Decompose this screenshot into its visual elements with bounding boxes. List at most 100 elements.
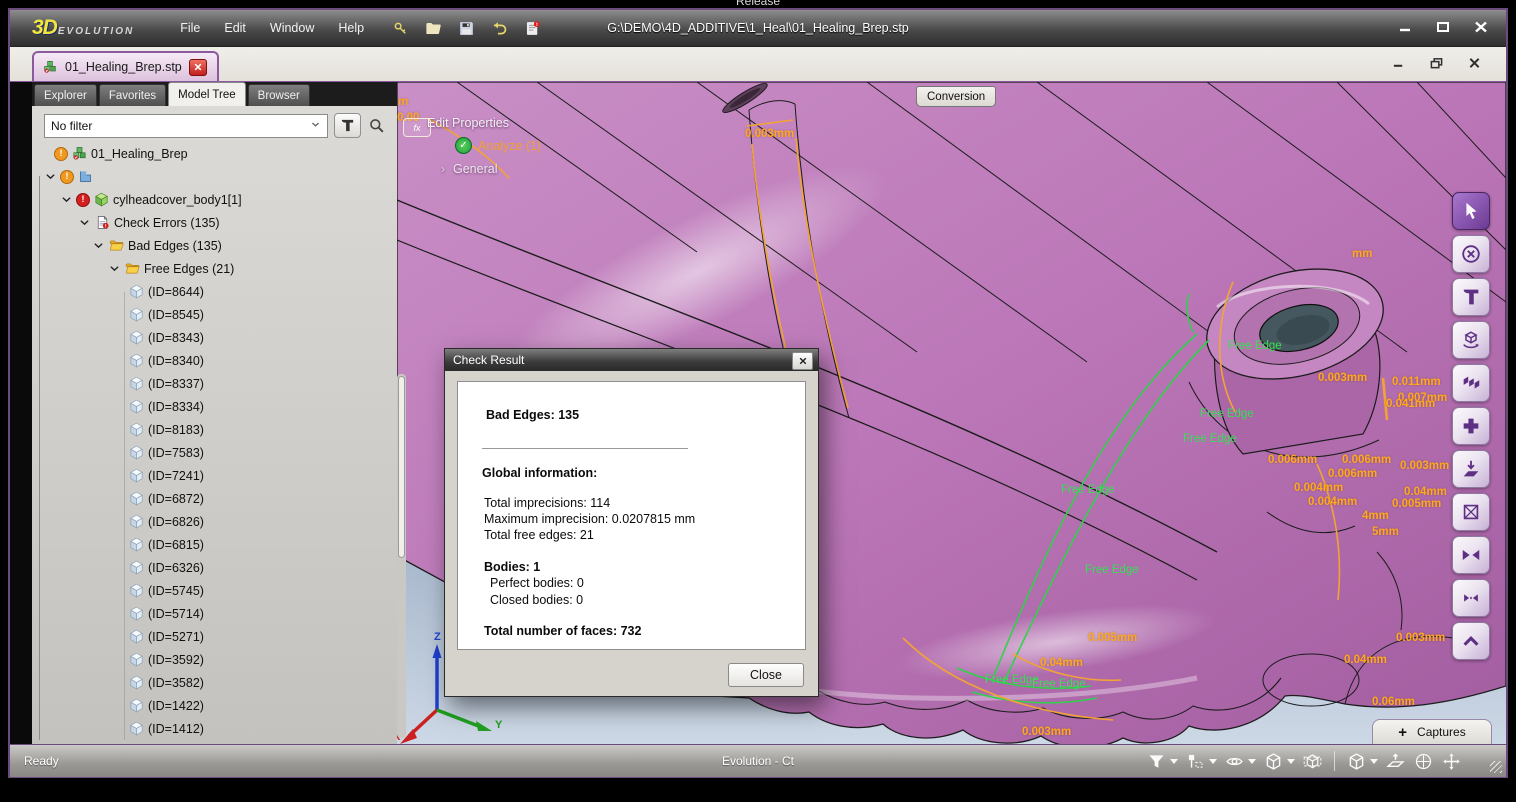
collapse-chevron-button[interactable]	[1452, 622, 1490, 660]
menu-help[interactable]: Help	[328, 17, 374, 39]
dropdown-arrow-icon[interactable]	[1248, 759, 1256, 764]
captures-tab[interactable]: + Captures	[1372, 719, 1492, 744]
analyze-item[interactable]: ✓ Analyze (1)	[455, 137, 541, 154]
deselect-circle-x-button[interactable]	[1452, 235, 1490, 273]
merge-edges-button[interactable]	[1452, 536, 1490, 574]
menu-edit[interactable]: Edit	[214, 17, 256, 39]
resize-grip[interactable]	[1490, 761, 1502, 773]
tree-item-id-5745[interactable]: (ID=5745)	[32, 579, 397, 602]
rotate-cube-button[interactable]	[1452, 321, 1490, 359]
cube-icon[interactable]	[1263, 751, 1295, 772]
wcube-icon	[128, 536, 145, 553]
menu-window[interactable]: Window	[260, 17, 324, 39]
dialog-close-icon[interactable]	[792, 352, 813, 370]
undo-icon[interactable]	[487, 17, 511, 39]
tree-item[interactable]: !	[32, 165, 397, 188]
fx-badge[interactable]: fx	[403, 118, 431, 137]
dropdown-arrow-icon[interactable]	[1287, 759, 1295, 764]
tree-item-id-7583[interactable]: (ID=7583)	[32, 441, 397, 464]
doc-restore-icon[interactable]	[1426, 55, 1446, 71]
maximize-icon[interactable]	[1432, 18, 1454, 36]
chevron-down-icon[interactable]	[44, 170, 57, 183]
document-close-icon[interactable]	[189, 59, 207, 76]
tree-item-id-3582[interactable]: (ID=3582)	[32, 671, 397, 694]
bodies-heading: Bodies: 1	[484, 560, 805, 574]
menu-file[interactable]: File	[170, 17, 210, 39]
chevron-down-icon[interactable]	[108, 262, 121, 275]
save-icon[interactable]	[454, 17, 478, 39]
dropdown-arrow-icon[interactable]	[1370, 759, 1378, 764]
tree-item-id-1412[interactable]: (ID=1412)	[32, 717, 397, 740]
tree-item-id-8644[interactable]: (ID=8644)	[32, 280, 397, 303]
filter-button[interactable]	[334, 113, 361, 138]
close-button[interactable]: Close	[728, 663, 804, 687]
select-cursor-button[interactable]	[1452, 192, 1490, 230]
measurement-label: 0.003mm	[1022, 726, 1071, 738]
pan-icon[interactable]	[1441, 751, 1462, 772]
minimize-icon[interactable]	[1394, 18, 1416, 36]
chevron-down-icon[interactable]	[92, 239, 105, 252]
bounding-box-button[interactable]	[1452, 493, 1490, 531]
tree-item-id-7241[interactable]: (ID=7241)	[32, 464, 397, 487]
tree-item-id-3592[interactable]: (ID=3592)	[32, 648, 397, 671]
measurement-label: 0.04mm	[1344, 654, 1387, 666]
tree-item-id-6326[interactable]: (ID=6326)	[32, 556, 397, 579]
tree-item-id-6826[interactable]: (ID=6826)	[32, 510, 397, 533]
tree-item-label: (ID=6326)	[148, 561, 204, 575]
tree-item-id-8340[interactable]: (ID=8340)	[32, 349, 397, 372]
tab-model-tree[interactable]: Model Tree	[168, 82, 246, 106]
tree-item-check-errors-135[interactable]: Check Errors (135)	[32, 211, 397, 234]
doc-close-icon[interactable]	[1464, 55, 1484, 71]
tree-item-id-8334[interactable]: (ID=8334)	[32, 395, 397, 418]
explode-parts-button[interactable]	[1452, 364, 1490, 402]
tab-explorer[interactable]: Explorer	[34, 84, 97, 106]
filter-combobox[interactable]: No filter	[44, 114, 328, 138]
compare-arrows-button[interactable]	[1452, 579, 1490, 617]
dropdown-arrow-icon[interactable]	[1209, 759, 1217, 764]
viewport-scrollbar[interactable]	[397, 374, 406, 738]
tree-item-id-5271[interactable]: (ID=5271)	[32, 625, 397, 648]
pin-icon[interactable]	[1185, 751, 1217, 772]
dropdown-arrow-icon[interactable]	[1170, 759, 1178, 764]
scrollbar-thumb[interactable]	[398, 376, 405, 558]
tab-favorites[interactable]: Favorites	[99, 84, 166, 106]
tree-item-cylheadcover-body1-1[interactable]: !cylheadcover_body1[1]	[32, 188, 397, 211]
conversion-tab[interactable]: Conversion	[916, 86, 996, 107]
wcube-icon	[128, 559, 145, 576]
tree-item-id-5714[interactable]: (ID=5714)	[32, 602, 397, 625]
general-item[interactable]: › General	[441, 162, 541, 176]
orbit-icon[interactable]	[1413, 751, 1434, 772]
doc-minimize-icon[interactable]	[1388, 55, 1408, 71]
caliper-button[interactable]	[1452, 278, 1490, 316]
global-info-heading: Global information:	[482, 466, 805, 480]
tree-item-id-8183[interactable]: (ID=8183)	[32, 418, 397, 441]
document-tab[interactable]: 01_Healing_Brep.stp	[32, 51, 219, 81]
chevron-down-icon[interactable]	[78, 216, 91, 229]
key-icon[interactable]	[388, 17, 412, 39]
chevron-down-icon[interactable]	[60, 193, 73, 206]
tree-item-free-edges-21[interactable]: Free Edges (21)	[32, 257, 397, 280]
import-stamp-button[interactable]	[1452, 450, 1490, 488]
tree-item-id-8545[interactable]: (ID=8545)	[32, 303, 397, 326]
add-plus-button[interactable]	[1452, 407, 1490, 445]
tree-item-id-6872[interactable]: (ID=6872)	[32, 487, 397, 510]
tree-item-bad-edges-135[interactable]: Bad Edges (135)	[32, 234, 397, 257]
add-capture-icon[interactable]: +	[1398, 724, 1407, 741]
dialog-titlebar[interactable]: Check Result	[445, 349, 818, 371]
tab-browser[interactable]: Browser	[248, 84, 310, 106]
tree-item-id-8343[interactable]: (ID=8343)	[32, 326, 397, 349]
eye-icon[interactable]	[1224, 751, 1256, 772]
plane-arrow-icon[interactable]	[1385, 751, 1406, 772]
funnel-icon[interactable]	[1146, 751, 1178, 772]
close-icon[interactable]	[1470, 18, 1492, 36]
open-folder-icon[interactable]	[421, 17, 445, 39]
tree-item-id-6815[interactable]: (ID=6815)	[32, 533, 397, 556]
search-icon[interactable]	[367, 116, 386, 135]
clip-cube-icon[interactable]	[1302, 751, 1323, 772]
tree-item-id-8337[interactable]: (ID=8337)	[32, 372, 397, 395]
report-icon[interactable]	[520, 17, 544, 39]
tree-item-01-healing-brep[interactable]: !01_Healing_Brep	[32, 142, 397, 165]
tree-item-id-1422[interactable]: (ID=1422)	[32, 694, 397, 717]
cube-icon[interactable]	[1346, 751, 1378, 772]
edit-properties-title: Edit Properties	[427, 116, 541, 130]
